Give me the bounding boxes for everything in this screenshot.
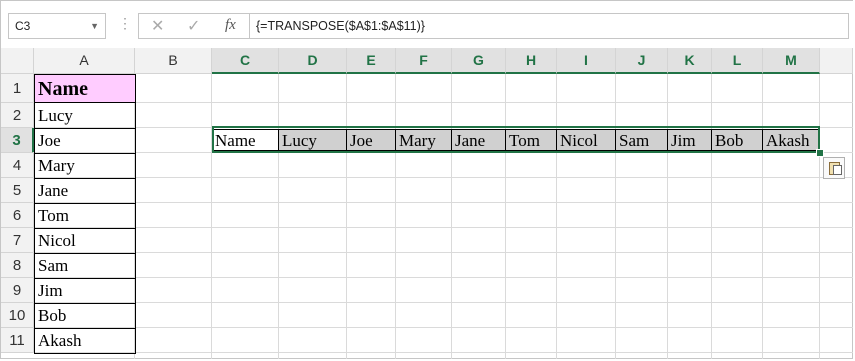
cell-a10[interactable]: Bob — [34, 303, 136, 329]
row-header-10[interactable]: 10 — [1, 303, 34, 328]
column-header-j[interactable]: J — [616, 48, 668, 74]
cell-a11[interactable]: Akash — [34, 328, 136, 354]
column-header-k[interactable]: K — [668, 48, 712, 74]
cell-l3[interactable]: Bob — [712, 129, 763, 151]
cell-g3[interactable]: Jane — [452, 129, 506, 151]
column-header-m[interactable]: M — [763, 48, 820, 74]
cell-a9[interactable]: Jim — [34, 278, 136, 304]
cell-a2[interactable]: Lucy — [34, 103, 136, 129]
cell-e3[interactable]: Joe — [347, 129, 396, 151]
chevron-down-icon[interactable]: ▼ — [90, 14, 99, 38]
column-header-l[interactable]: L — [712, 48, 763, 74]
row-header-2[interactable]: 2 — [1, 103, 34, 128]
more-icon[interactable]: ⋮ — [118, 15, 132, 32]
gridline-h — [33, 152, 853, 153]
gridline-v — [211, 74, 212, 359]
row-header-8[interactable]: 8 — [1, 253, 34, 278]
column-header-c[interactable]: C — [212, 48, 279, 74]
gridline-h — [33, 302, 853, 303]
gridline-h — [33, 352, 853, 353]
cell-d3[interactable]: Lucy — [279, 129, 347, 151]
column-header-e[interactable]: E — [347, 48, 396, 74]
name-box[interactable]: C3 ▼ — [8, 13, 106, 39]
column-header-a[interactable]: A — [34, 48, 135, 74]
formula-buttons: ✕ ✓ fx — [138, 13, 249, 39]
column-header-g[interactable]: G — [452, 48, 506, 74]
gridline-h — [33, 102, 853, 103]
formula-bar: C3 ▼ ⋮ ✕ ✓ fx {=TRANSPOSE($A$1:$A$11)} — [1, 1, 854, 49]
paste-options-icon[interactable] — [823, 157, 845, 179]
gridline-h — [33, 277, 853, 278]
gridline-h — [33, 252, 853, 253]
cell-k3[interactable]: Jim — [668, 129, 712, 151]
cell-m3[interactable]: Akash — [763, 129, 820, 151]
gridline-v — [451, 74, 452, 359]
sheet-icon — [833, 165, 842, 175]
column-header-h[interactable]: H — [506, 48, 557, 74]
enter-icon[interactable]: ✓ — [187, 16, 200, 36]
cell-f3[interactable]: Mary — [396, 129, 452, 151]
name-box-value: C3 — [15, 19, 31, 33]
cell-h3[interactable]: Tom — [506, 129, 557, 151]
gridline-h — [33, 127, 853, 128]
cell-a7[interactable]: Nicol — [34, 228, 136, 254]
gridline-v — [615, 74, 616, 359]
fill-handle[interactable] — [816, 149, 824, 157]
gridline-v — [762, 74, 763, 359]
gridline-v — [346, 74, 347, 359]
gridline-h — [33, 227, 853, 228]
cell-a1[interactable]: Name — [34, 74, 136, 103]
gridline-v — [667, 74, 668, 359]
gridline-v — [505, 74, 506, 359]
row-header-11[interactable]: 11 — [1, 328, 34, 353]
cell-a8[interactable]: Sam — [34, 253, 136, 279]
formula-input[interactable]: {=TRANSPOSE($A$1:$A$11)} — [249, 13, 849, 39]
cell-a3[interactable]: Joe — [34, 128, 136, 154]
cell-j3[interactable]: Sam — [616, 129, 668, 151]
cell-a5[interactable]: Jane — [34, 178, 136, 204]
select-all-corner[interactable] — [1, 48, 34, 74]
gridline-v — [556, 74, 557, 359]
insert-function-icon[interactable]: fx — [225, 17, 236, 34]
gridline-h — [33, 327, 853, 328]
gridline-v — [819, 74, 820, 359]
cell-a4[interactable]: Mary — [34, 153, 136, 179]
gridline-h — [33, 177, 853, 178]
row-header-4[interactable]: 4 — [1, 153, 34, 178]
column-header-f[interactable]: F — [396, 48, 452, 74]
row-header-7[interactable]: 7 — [1, 228, 34, 253]
cell-c3[interactable]: Name — [212, 129, 279, 151]
row-header-5[interactable]: 5 — [1, 178, 34, 203]
column-header-i[interactable]: I — [557, 48, 616, 74]
gridline-v — [711, 74, 712, 359]
cancel-icon[interactable]: ✕ — [151, 16, 164, 36]
row-header-3[interactable]: 3 — [1, 128, 34, 153]
gridline-v — [278, 74, 279, 359]
cell-a6[interactable]: Tom — [34, 203, 136, 229]
column-header-d[interactable]: D — [279, 48, 347, 74]
row-header-1[interactable]: 1 — [1, 74, 34, 103]
row-header-9[interactable]: 9 — [1, 278, 34, 303]
column-header-filler — [820, 48, 853, 74]
cell-i3[interactable]: Nicol — [557, 129, 616, 151]
gridline-h — [33, 202, 853, 203]
gridline-v — [395, 74, 396, 359]
row-header-6[interactable]: 6 — [1, 203, 34, 228]
column-header-b[interactable]: B — [135, 48, 212, 74]
